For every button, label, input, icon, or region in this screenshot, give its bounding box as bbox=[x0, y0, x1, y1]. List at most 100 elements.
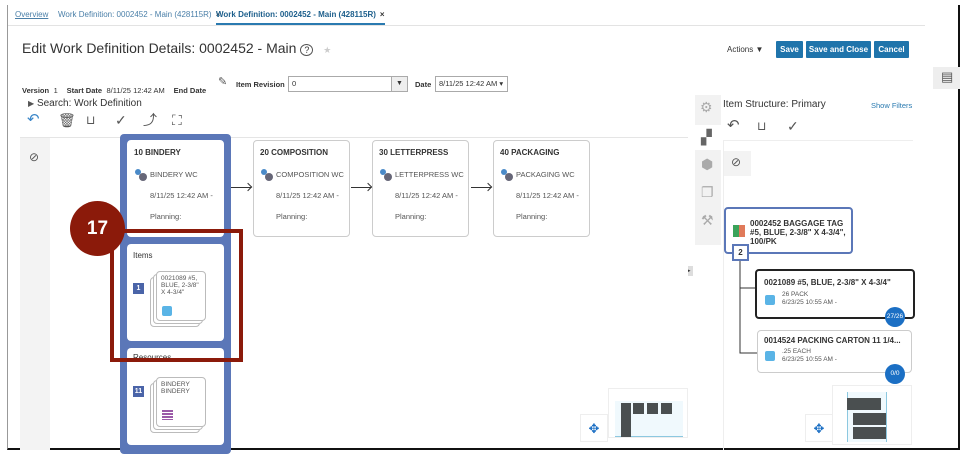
gears-icon[interactable]: ⚙ bbox=[700, 100, 713, 114]
operation-card-30[interactable]: 30 LETTERPRESS LETTERPRESS WC 8/11/25 12… bbox=[372, 140, 469, 237]
close-icon[interactable]: × bbox=[380, 10, 385, 19]
minimap-block bbox=[847, 398, 881, 410]
save-button[interactable]: Save bbox=[776, 41, 803, 58]
actions-menu[interactable]: Actions ▼ bbox=[727, 45, 763, 54]
minimap-block bbox=[853, 413, 886, 425]
tab-overview[interactable]: Overview bbox=[15, 10, 48, 19]
page-title: Edit Work Definition Details: 0002452 - … bbox=[22, 40, 331, 56]
pan-move-icon[interactable]: ✥ bbox=[580, 414, 608, 442]
cancel-button[interactable]: Cancel bbox=[874, 41, 909, 58]
operation-card-20[interactable]: 20 COMPOSITION COMPOSITION WC 8/11/25 12… bbox=[253, 140, 350, 237]
gear-icon bbox=[501, 169, 513, 181]
resources-count: 11 bbox=[133, 386, 144, 397]
work-center: COMPOSITION WC bbox=[276, 170, 344, 179]
favorite-star-icon[interactable]: ★ bbox=[323, 45, 331, 55]
callout-highlight-box bbox=[110, 229, 243, 362]
flow-arrow bbox=[231, 187, 251, 188]
operation-card-40[interactable]: 40 PACKAGING PACKAGING WC 8/11/25 12:42 … bbox=[493, 140, 590, 237]
operation-date: 8/11/25 12:42 AM - bbox=[150, 191, 213, 200]
expand-fullscreen-icon[interactable]: ⛶ bbox=[172, 113, 182, 127]
item-structure-icon bbox=[733, 225, 745, 237]
minimap-block bbox=[853, 427, 886, 439]
box-icon[interactable]: ⬢ bbox=[701, 157, 713, 171]
overview-minimap[interactable] bbox=[608, 388, 688, 438]
copies-icon[interactable]: ❐ bbox=[701, 185, 714, 199]
edit-pencil-icon[interactable]: ✎ bbox=[218, 77, 227, 88]
child-count-badge[interactable]: 2 bbox=[732, 244, 749, 261]
basket-icon[interactable]: ⊔ bbox=[757, 120, 766, 132]
work-center: BINDERY WC bbox=[150, 170, 198, 179]
work-center: PACKAGING WC bbox=[516, 170, 575, 179]
operation-card-10[interactable]: 10 BINDERY BINDERY WC 8/11/25 12:42 AM -… bbox=[127, 140, 224, 237]
operation-date: 8/11/25 12:42 AM - bbox=[276, 191, 339, 200]
resource-icon bbox=[162, 410, 173, 420]
version-label: Version bbox=[22, 86, 50, 95]
version-value: 1 bbox=[53, 86, 58, 95]
callout-step-number: 17 bbox=[70, 201, 125, 256]
document-icon: ▤ bbox=[941, 69, 954, 84]
pan-move-icon[interactable]: ✥ bbox=[805, 414, 833, 442]
date-value: 8/11/25 12:42 AM bbox=[439, 79, 498, 88]
child-item-date: 6/23/25 10:55 AM - bbox=[782, 299, 837, 306]
header-fields: Version 1 Start Date 8/11/25 12:42 AM En… bbox=[22, 80, 206, 98]
structure-side-tabs: ⚙ ▞ ⬢ ❐ ⚒ bbox=[695, 95, 721, 245]
filter-box: ⊘ bbox=[724, 151, 751, 176]
validate-check-icon[interactable]: ✓ bbox=[115, 113, 127, 127]
planning-label: Planning: bbox=[395, 212, 427, 221]
quantity-status-badge: 0/0 bbox=[885, 364, 905, 384]
undo-icon[interactable]: ↶ bbox=[727, 118, 740, 133]
show-filters-link[interactable]: Show Filters bbox=[871, 101, 912, 110]
blocks-icon: ▞ bbox=[701, 129, 712, 145]
collapse-icon[interactable]: ⤴ bbox=[143, 113, 157, 127]
save-and-close-button[interactable]: Save and Close bbox=[806, 41, 871, 58]
item-revision-input[interactable]: 0 bbox=[288, 76, 392, 92]
operation-title: 30 LETTERPRESS bbox=[379, 148, 449, 157]
tab-label: Work Definition: 0002452 - Main (428115R… bbox=[58, 10, 212, 19]
gear-icon bbox=[135, 169, 147, 181]
child-item-name: 0021089 #5, BLUE, 2-3/8" X 4-3/4" bbox=[764, 278, 891, 287]
date-select[interactable]: 8/11/25 12:42 AM ▾ bbox=[435, 76, 508, 92]
cube-icon bbox=[765, 295, 775, 305]
gear-icon bbox=[380, 169, 392, 181]
tab-label: Work Definition: 0002452 - Main (428115R… bbox=[216, 10, 376, 19]
item-revision-dropdown-button[interactable]: ▼ bbox=[391, 76, 408, 92]
item-revision-label: Item Revision bbox=[236, 80, 285, 89]
undo-icon[interactable]: ↶ bbox=[27, 112, 40, 127]
tab-work-definition-1[interactable]: Work Definition: 0002452 - Main (428115R… bbox=[58, 10, 220, 19]
date-label: Date bbox=[415, 80, 432, 89]
flow-arrow bbox=[471, 187, 491, 188]
minimap-block bbox=[633, 403, 644, 414]
child-item-date: 6/23/25 10:55 AM - bbox=[782, 356, 837, 363]
minimap-block bbox=[661, 403, 672, 414]
child-item-name: 0014524 PACKING CARTON 11 1/4... bbox=[764, 336, 901, 345]
minimap-block bbox=[621, 403, 631, 437]
validate-check-icon[interactable]: ✓ bbox=[787, 119, 799, 133]
structure-tab-active[interactable]: ▞ bbox=[695, 125, 721, 150]
filter-icon[interactable]: ⊘ bbox=[29, 151, 39, 163]
operation-title: 20 COMPOSITION bbox=[260, 148, 329, 157]
root-item-name: 0002452 BAGGAGE TAG #5, BLUE, 2-3/8" X 4… bbox=[750, 219, 846, 246]
work-center: LETTERPRESS WC bbox=[395, 170, 464, 179]
operation-title: 40 PACKAGING bbox=[500, 148, 560, 157]
child-item-quantity: .25 EACH bbox=[782, 348, 811, 355]
delete-icon[interactable]: 🗑 bbox=[58, 113, 76, 127]
side-panel-toggle[interactable]: ▤ bbox=[933, 67, 960, 89]
resource-card[interactable]: BINDERY BINDERY bbox=[156, 377, 206, 427]
tab-work-definition-2[interactable]: Work Definition: 0002452 - Main (428115R… bbox=[216, 10, 385, 25]
structure-minimap[interactable] bbox=[832, 385, 912, 445]
page-title-text: Edit Work Definition Details: 0002452 - … bbox=[22, 40, 297, 56]
gear-icon bbox=[261, 169, 273, 181]
search-work-definition-toggle[interactable]: ▶ Search: Work Definition bbox=[28, 98, 142, 109]
help-icon[interactable]: ? bbox=[300, 44, 314, 56]
resource-description: BINDERY bbox=[161, 388, 190, 395]
end-date-label: End Date bbox=[173, 86, 207, 95]
flow-arrow bbox=[351, 187, 371, 188]
start-date-value: 8/11/25 12:42 AM bbox=[106, 86, 165, 95]
operation-title: 10 BINDERY bbox=[134, 148, 181, 157]
search-label: Search: Work Definition bbox=[36, 98, 142, 109]
operation-date: 8/11/25 12:42 AM - bbox=[395, 191, 458, 200]
tab-bar: Overview Work Definition: 0002452 - Main… bbox=[8, 6, 925, 26]
basket-icon[interactable]: ⊔ bbox=[86, 114, 95, 126]
filter-icon[interactable]: ⊘ bbox=[731, 156, 741, 168]
tools-icon[interactable]: ⚒ bbox=[701, 213, 714, 227]
